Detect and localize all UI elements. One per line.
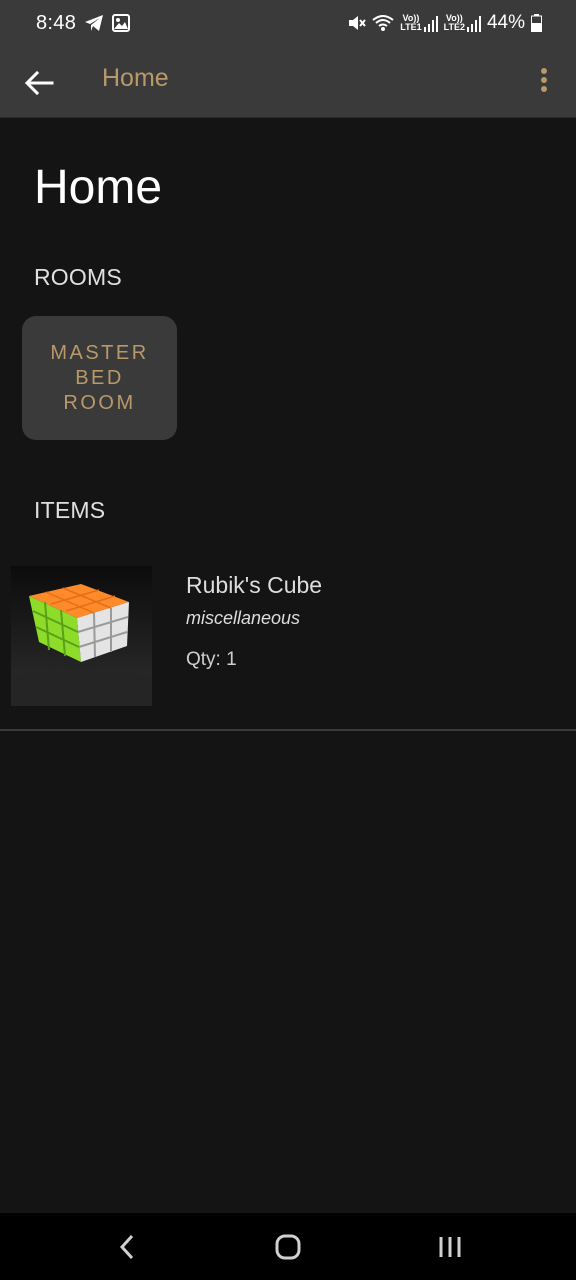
list-item[interactable]: Rubik's Cube miscellaneous Qty: 1 — [0, 566, 576, 730]
sim2-label: LTE2 — [443, 22, 465, 32]
battery-percent: 44% — [486, 12, 525, 33]
signal-icon — [423, 16, 438, 32]
item-name: Rubik's Cube — [186, 572, 323, 598]
app-bar: Home — [0, 48, 576, 118]
status-system-icons: Vo)) LTE1 Vo)) LTE2 44% — [346, 12, 542, 34]
sim2-signal: Vo)) LTE2 — [444, 14, 481, 32]
nav-recents-icon[interactable] — [430, 1231, 470, 1263]
gallery-icon — [112, 14, 130, 32]
page-title: Home — [34, 161, 163, 214]
wifi-icon — [372, 15, 394, 31]
status-time: 8:48 — [36, 12, 77, 34]
more-options-icon[interactable] — [534, 66, 554, 96]
sim1-signal: Vo)) LTE1 — [400, 14, 438, 32]
nav-back-icon[interactable] — [108, 1231, 148, 1263]
nav-home-icon[interactable] — [268, 1231, 308, 1263]
status-notification-icons — [84, 14, 130, 32]
item-category: miscellaneous — [186, 608, 301, 628]
system-nav-bar — [0, 1213, 576, 1280]
mute-icon — [349, 16, 367, 30]
item-thumbnail — [11, 566, 152, 706]
app-bar-title: Home — [102, 64, 169, 92]
battery-icon — [531, 14, 542, 32]
divider — [0, 729, 576, 731]
sim1-label: LTE1 — [400, 22, 422, 32]
item-quantity: Qty: 1 — [186, 649, 237, 670]
rooms-section-label: ROOMS — [34, 264, 122, 290]
room-card-label: MASTER BED ROOM — [50, 341, 149, 414]
status-bar: 8:48 Vo)) LTE1 Vo)) LTE2 44% — [0, 0, 576, 48]
back-arrow-icon[interactable] — [22, 66, 56, 100]
items-section-label: ITEMS — [34, 497, 106, 523]
telegram-icon — [85, 15, 103, 31]
signal-icon — [466, 16, 481, 32]
rubiks-cube-image — [11, 566, 152, 706]
room-card-master-bed-room[interactable]: MASTER BED ROOM — [22, 316, 177, 440]
